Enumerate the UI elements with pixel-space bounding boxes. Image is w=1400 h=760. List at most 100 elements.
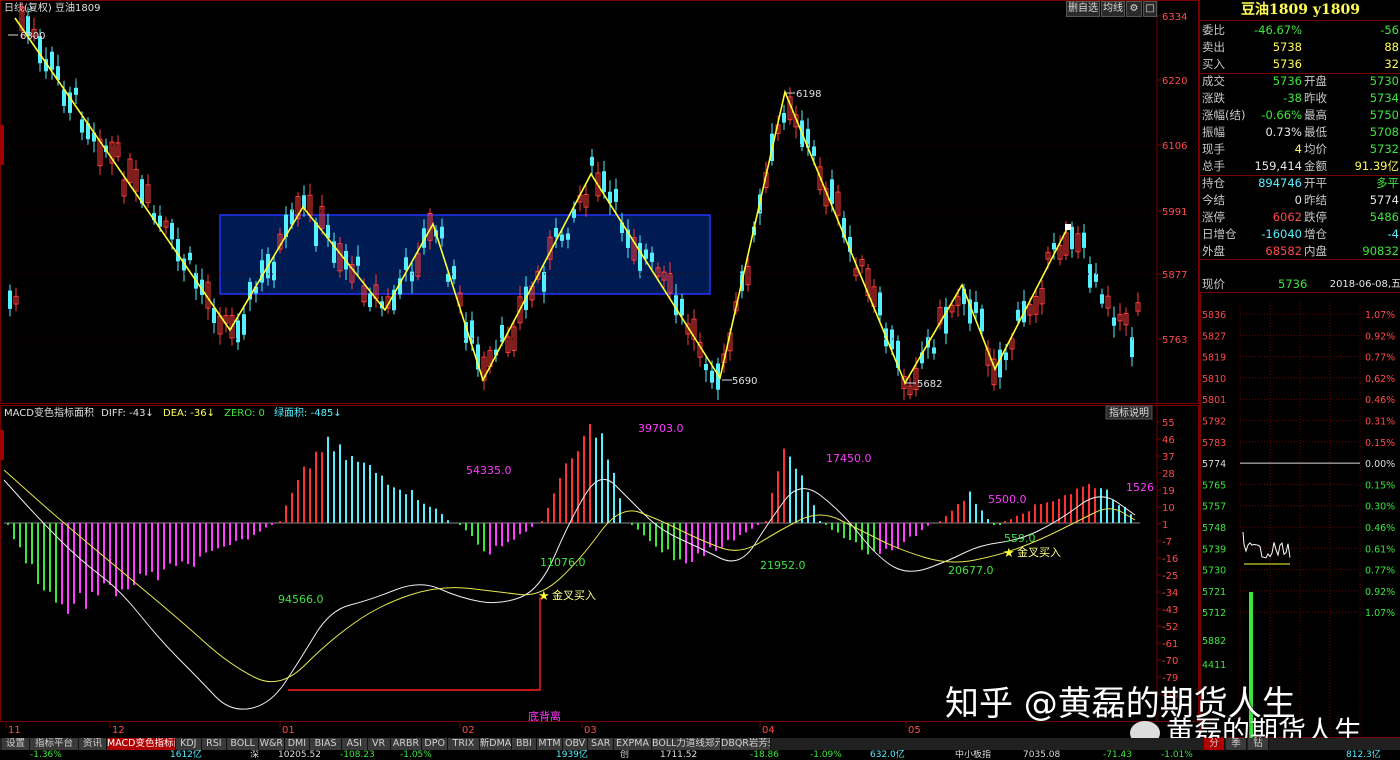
quote-row: 买入 5736 32 [1200, 56, 1400, 73]
macd-tick: 37 [1162, 452, 1175, 463]
toolbar-tab[interactable]: BOLL力道线郑元凯 [652, 738, 721, 750]
toolbar-tab[interactable]: ARBR [390, 738, 423, 750]
candle [440, 226, 444, 239]
mini-price-tick: 5810 [1202, 374, 1226, 385]
candle [704, 364, 708, 371]
toolbar-tab[interactable]: DPO [422, 738, 448, 750]
candle [8, 290, 12, 309]
toolbar-tab[interactable]: RSI [201, 738, 228, 750]
quote-row: 今结 0 昨结 5774 [1200, 192, 1400, 209]
mini-price-tick: 5819 [1202, 353, 1226, 364]
quote-row: 日增仓 -16040 增仓 -4 [1200, 226, 1400, 243]
quote-row: 现手 4 均价 5732 [1200, 141, 1400, 158]
macd-tick: -70 [1162, 656, 1178, 667]
quote-label: 今结 [1202, 193, 1225, 207]
divergence-bracket [288, 597, 541, 691]
main-chart-area[interactable]: 日线(复权) 豆油1809 6334 6220 6106 5991 5877 5763 6… [0, 0, 1199, 738]
toolbar-tab[interactable]: VR [367, 738, 391, 750]
status-value: 632.0亿 [870, 750, 905, 760]
month-tick: 04 [762, 725, 775, 736]
mini-pct-tick: 1.07% [1365, 608, 1395, 619]
toolbar-tab[interactable]: BIAS [310, 738, 342, 750]
intraday-mini-chart[interactable]: 5836 5827 5819 5810 5801 5792 5783 5774 5765 5757… [1200, 292, 1400, 738]
quote-label: 昨结 [1304, 193, 1327, 207]
toolbar-tab[interactable]: MTM [537, 738, 563, 750]
status-value: -71.43 [1103, 750, 1133, 760]
period-button[interactable]: 分 [1204, 738, 1225, 750]
candle [1130, 337, 1134, 358]
mini-price-tick: 5882 [1202, 636, 1226, 647]
toolbar-tab[interactable]: KDJ [176, 738, 202, 750]
gear-icon[interactable]: ⚙ [1126, 1, 1142, 17]
quote-label: 日增仓 [1202, 227, 1237, 241]
month-tick: 12 [112, 725, 125, 736]
quote-value: 5736 [1272, 74, 1302, 88]
candle [80, 119, 84, 133]
toolbar-tab[interactable]: DBQR岩芳荣 [721, 738, 772, 750]
pivot-6198: 6198 [796, 89, 821, 100]
x-axis: 11 12 01 02 03 04 05 [5, 722, 921, 736]
quote-row: 涨幅(结) -0.66% 最高 5750 [1200, 107, 1400, 124]
toolbar-tab[interactable]: BBI [511, 738, 538, 750]
quote-value: 5736 [1272, 57, 1302, 71]
macd-frame [0, 405, 1199, 722]
zigzag-line [14, 17, 1069, 385]
status-value: -18.86 [750, 750, 780, 760]
toolbar-tab[interactable]: 设置 [2, 738, 30, 750]
quote-value: 90832 [1362, 244, 1399, 258]
quote-row: 外盘 68582 内盘 90832 [1200, 243, 1400, 260]
toolbar-tab[interactable]: W&R [259, 738, 285, 750]
toolbar-tab[interactable]: OBV [562, 738, 589, 750]
quote-label: 成交 [1202, 74, 1225, 88]
mini-price-tick: 5792 [1202, 417, 1226, 428]
mini-price-tick: 5712 [1202, 608, 1226, 619]
toolbar-tab[interactable]: TRIX [448, 738, 480, 750]
toolbar-tab[interactable]: BOLL [227, 738, 259, 750]
quote-value: 88 [1384, 40, 1399, 54]
mini-price-tick: 5827 [1202, 331, 1226, 342]
toolbar-tab[interactable]: 新DMA [479, 738, 512, 750]
toolbar-tab[interactable]: EXPMA [614, 738, 652, 750]
toolbar-tab[interactable]: MACD变色指标面积 [107, 738, 176, 750]
candle [170, 222, 174, 240]
macd-tick: 10 [1162, 503, 1175, 514]
macd-area-label: 17450.0 [826, 452, 872, 465]
mini-price-tick: 5730 [1202, 566, 1226, 577]
delete-watchlist-button[interactable]: 删自选 [1066, 1, 1100, 17]
quote-label: 买入 [1202, 57, 1225, 71]
quote-label: 均价 [1304, 142, 1327, 156]
month-tick: 11 [8, 725, 21, 736]
candle [74, 87, 78, 95]
macd-zero: ZERO: 0 [224, 408, 265, 419]
candle [272, 261, 276, 281]
candle [878, 292, 882, 316]
toolbar-tab[interactable]: DMI [284, 738, 311, 750]
macd-area-label: 1526 [1126, 481, 1154, 494]
mini-price-tick: 5765 [1202, 480, 1226, 491]
period-button[interactable]: 钻 [1248, 738, 1269, 750]
mini-pct-tick: 0.92% [1365, 331, 1395, 342]
candle [602, 171, 606, 193]
toolbar-tab[interactable]: 资讯 [79, 738, 107, 750]
macd-diff: DIFF: -43↓ [101, 408, 154, 419]
mini-price-tick: 5721 [1202, 587, 1226, 598]
candle [650, 252, 654, 262]
quote-label: 内盘 [1304, 244, 1327, 258]
quote-value: 894746 [1258, 176, 1302, 190]
candle [356, 256, 360, 266]
toolbar-tab[interactable]: SAR [588, 738, 614, 750]
quote-label: 最高 [1304, 108, 1327, 122]
candle [1082, 232, 1086, 248]
toolbar-tab[interactable]: ASI [342, 738, 368, 750]
window-icon[interactable]: □ [1143, 1, 1157, 17]
macd-tick: 19 [1162, 486, 1175, 497]
macd-tick: -43 [1162, 605, 1178, 616]
period-button[interactable]: 季 [1226, 738, 1247, 750]
mini-price-tick: 5739 [1202, 544, 1226, 555]
toolbar-tab[interactable]: 指标平台 [30, 738, 79, 750]
ma-button[interactable]: 均线 [1101, 1, 1125, 17]
macd-area-label: 20677.0 [948, 564, 994, 577]
quote-label: 增仓 [1304, 227, 1327, 241]
mini-pct-tick: 0.77% [1365, 566, 1395, 577]
month-tick: 03 [584, 725, 597, 736]
